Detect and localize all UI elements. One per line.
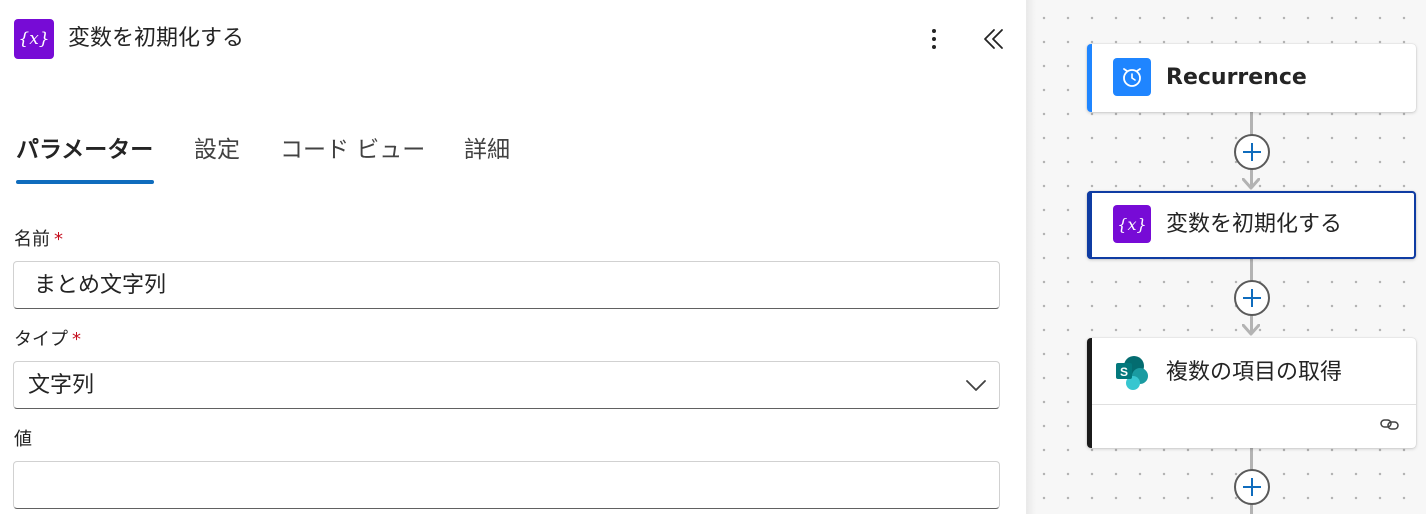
- tab-code-view[interactable]: コード ビュー: [280, 130, 425, 170]
- variable-icon: {x}: [1113, 205, 1151, 243]
- sharepoint-icon: S: [1113, 354, 1151, 392]
- node-title: 複数の項目の取得: [1166, 360, 1343, 385]
- node-accent-bar: [1087, 44, 1092, 112]
- name-input[interactable]: まとめ文字列: [13, 261, 1000, 309]
- add-step-button[interactable]: [1234, 134, 1270, 170]
- type-select[interactable]: 文字列: [13, 361, 1000, 409]
- value-input[interactable]: [13, 461, 1000, 509]
- flow-node-get-items[interactable]: S 複数の項目の取得: [1087, 338, 1416, 448]
- link-icon[interactable]: [1379, 415, 1401, 433]
- add-step-button[interactable]: [1234, 280, 1270, 316]
- node-title: 変数を初期化する: [1166, 212, 1343, 237]
- collapse-panel-button[interactable]: [978, 24, 1010, 54]
- required-marker: *: [72, 329, 81, 350]
- flow-node-recurrence[interactable]: Recurrence: [1087, 44, 1416, 112]
- more-vertical-icon: [932, 29, 936, 33]
- node-accent-bar: [1087, 191, 1092, 259]
- value-field-label: 値: [14, 427, 32, 453]
- tab-details[interactable]: 詳細: [464, 130, 510, 170]
- tab-parameters[interactable]: パラメーター: [16, 130, 153, 170]
- name-field-label: 名前 *: [14, 227, 63, 253]
- variable-icon-text: {x}: [18, 29, 50, 49]
- sharepoint-icon-letter: S: [1120, 365, 1128, 379]
- node-divider: [1092, 404, 1416, 405]
- active-tab-indicator: [16, 180, 154, 184]
- node-title: Recurrence: [1166, 65, 1307, 90]
- node-accent-bar: [1087, 338, 1092, 448]
- tab-settings[interactable]: 設定: [194, 130, 240, 170]
- more-options-button[interactable]: [920, 24, 948, 54]
- variable-icon: {x}: [14, 19, 54, 59]
- type-label-text: タイプ: [14, 329, 68, 350]
- add-step-button[interactable]: [1234, 469, 1270, 505]
- value-label-text: 値: [14, 429, 32, 450]
- chevron-down-icon: [966, 380, 986, 391]
- alarm-clock-icon: [1113, 58, 1151, 96]
- name-input-value: まとめ文字列: [34, 273, 167, 298]
- variable-icon-text: {x}: [1117, 214, 1147, 234]
- double-chevron-left-icon: [984, 29, 1003, 49]
- panel-divider: [1026, 0, 1036, 514]
- arrow-down-icon: [1242, 324, 1260, 336]
- arrow-down-icon: [1242, 178, 1260, 190]
- required-marker: *: [54, 229, 63, 250]
- flow-node-initialize-variable[interactable]: {x} 変数を初期化する: [1087, 191, 1416, 259]
- name-label-text: 名前: [14, 229, 50, 250]
- panel-title[interactable]: 変数を初期化する: [68, 24, 244, 54]
- action-details-panel: {x} 変数を初期化する パラメーター 設定 コード ビュー 詳細 名前 * まと…: [0, 0, 1026, 514]
- type-field-label: タイプ *: [14, 327, 81, 353]
- type-select-value: 文字列: [28, 373, 95, 398]
